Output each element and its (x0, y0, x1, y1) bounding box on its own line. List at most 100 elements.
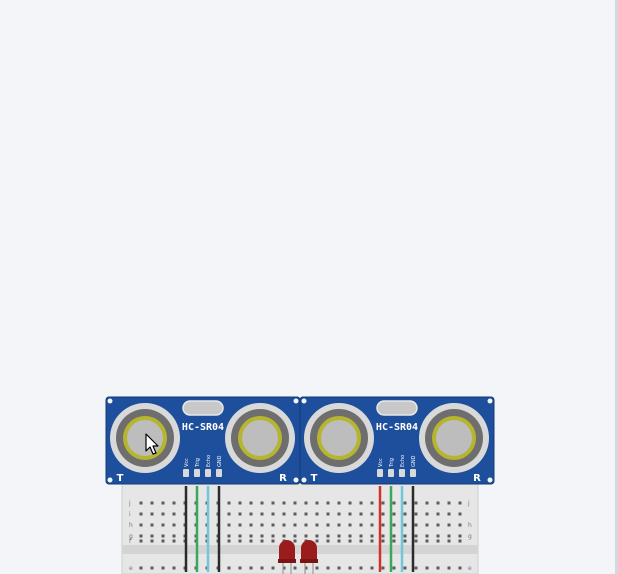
pin-pad[interactable] (399, 469, 405, 477)
breadboard-hole[interactable] (293, 539, 297, 543)
breadboard-hole[interactable] (403, 534, 407, 538)
breadboard-hole[interactable] (458, 539, 462, 543)
breadboard-hole[interactable] (359, 512, 363, 516)
breadboard-hole[interactable] (260, 566, 264, 570)
breadboard-hole[interactable] (172, 523, 176, 527)
breadboard-hole[interactable] (392, 566, 396, 570)
breadboard-hole[interactable] (271, 512, 275, 516)
breadboard-hole[interactable] (271, 566, 275, 570)
breadboard-hole[interactable] (249, 534, 253, 538)
breadboard-hole[interactable] (348, 501, 352, 505)
breadboard-hole[interactable] (315, 523, 319, 527)
breadboard-hole[interactable] (403, 501, 407, 505)
breadboard-hole[interactable] (414, 566, 418, 570)
breadboard-hole[interactable] (249, 501, 253, 505)
breadboard-hole[interactable] (172, 566, 176, 570)
breadboard-hole[interactable] (304, 512, 308, 516)
breadboard-hole[interactable] (150, 566, 154, 570)
breadboard-hole[interactable] (227, 523, 231, 527)
breadboard-hole[interactable] (172, 534, 176, 538)
breadboard-hole[interactable] (293, 534, 297, 538)
breadboard-hole[interactable] (348, 566, 352, 570)
breadboard-hole[interactable] (337, 539, 341, 543)
breadboard-hole[interactable] (227, 566, 231, 570)
breadboard-hole[interactable] (139, 523, 143, 527)
breadboard-hole[interactable] (425, 523, 429, 527)
breadboard-hole[interactable] (139, 534, 143, 538)
breadboard-hole[interactable] (447, 539, 451, 543)
breadboard-hole[interactable] (370, 534, 374, 538)
breadboard-hole[interactable] (315, 512, 319, 516)
breadboard-hole[interactable] (315, 566, 319, 570)
breadboard-hole[interactable] (370, 512, 374, 516)
hc-sr04-sensor[interactable]: HC-SR04 T R Vcc Trig Echo GND (105, 396, 301, 485)
breadboard-hole[interactable] (392, 512, 396, 516)
breadboard-hole[interactable] (359, 501, 363, 505)
breadboard-hole[interactable] (161, 534, 165, 538)
breadboard-hole[interactable] (161, 512, 165, 516)
breadboard-hole[interactable] (293, 566, 297, 570)
breadboard-hole[interactable] (447, 534, 451, 538)
breadboard-hole[interactable] (172, 539, 176, 543)
breadboard-hole[interactable] (326, 534, 330, 538)
pin-pad[interactable] (205, 469, 211, 477)
breadboard-hole[interactable] (370, 523, 374, 527)
breadboard-hole[interactable] (315, 534, 319, 538)
breadboard-hole[interactable] (337, 566, 341, 570)
breadboard-hole[interactable] (282, 523, 286, 527)
breadboard-hole[interactable] (227, 512, 231, 516)
breadboard-hole[interactable] (414, 539, 418, 543)
breadboard-hole[interactable] (139, 512, 143, 516)
breadboard-hole[interactable] (249, 566, 253, 570)
pin-pad[interactable] (388, 469, 394, 477)
breadboard-hole[interactable] (161, 566, 165, 570)
breadboard-hole[interactable] (238, 539, 242, 543)
breadboard-hole[interactable] (227, 539, 231, 543)
pin-pad[interactable] (216, 469, 222, 477)
breadboard-hole[interactable] (403, 566, 407, 570)
breadboard-hole[interactable] (381, 501, 385, 505)
breadboard-hole[interactable] (139, 501, 143, 505)
breadboard-hole[interactable] (359, 539, 363, 543)
breadboard-hole[interactable] (172, 501, 176, 505)
breadboard-hole[interactable] (348, 534, 352, 538)
breadboard-hole[interactable] (414, 534, 418, 538)
breadboard-hole[interactable] (249, 523, 253, 527)
breadboard-hole[interactable] (315, 501, 319, 505)
breadboard-hole[interactable] (436, 566, 440, 570)
breadboard-hole[interactable] (436, 539, 440, 543)
breadboard-hole[interactable] (414, 512, 418, 516)
breadboard-hole[interactable] (260, 539, 264, 543)
breadboard-hole[interactable] (425, 534, 429, 538)
breadboard-hole[interactable] (447, 523, 451, 527)
breadboard-hole[interactable] (161, 501, 165, 505)
breadboard-hole[interactable] (348, 539, 352, 543)
hc-sr04-sensor[interactable]: HC-SR04 T R Vcc Trig Echo GND (299, 396, 495, 485)
breadboard-hole[interactable] (293, 523, 297, 527)
breadboard-hole[interactable] (282, 512, 286, 516)
breadboard-hole[interactable] (381, 534, 385, 538)
breadboard-hole[interactable] (370, 566, 374, 570)
breadboard-hole[interactable] (370, 501, 374, 505)
breadboard-hole[interactable] (458, 534, 462, 538)
breadboard-hole[interactable] (414, 501, 418, 505)
breadboard-hole[interactable] (271, 523, 275, 527)
breadboard-hole[interactable] (458, 523, 462, 527)
breadboard-hole[interactable] (403, 512, 407, 516)
breadboard-hole[interactable] (260, 523, 264, 527)
breadboard-hole[interactable] (414, 523, 418, 527)
breadboard-hole[interactable] (392, 539, 396, 543)
breadboard-hole[interactable] (161, 539, 165, 543)
breadboard-hole[interactable] (282, 534, 286, 538)
breadboard-hole[interactable] (458, 501, 462, 505)
breadboard-hole[interactable] (271, 539, 275, 543)
breadboard-hole[interactable] (260, 534, 264, 538)
breadboard-hole[interactable] (260, 501, 264, 505)
pin-pad[interactable] (377, 469, 383, 477)
breadboard-hole[interactable] (161, 523, 165, 527)
breadboard-hole[interactable] (238, 534, 242, 538)
breadboard-hole[interactable] (293, 501, 297, 505)
breadboard-hole[interactable] (139, 566, 143, 570)
breadboard-hole[interactable] (337, 501, 341, 505)
breadboard-hole[interactable] (326, 566, 330, 570)
